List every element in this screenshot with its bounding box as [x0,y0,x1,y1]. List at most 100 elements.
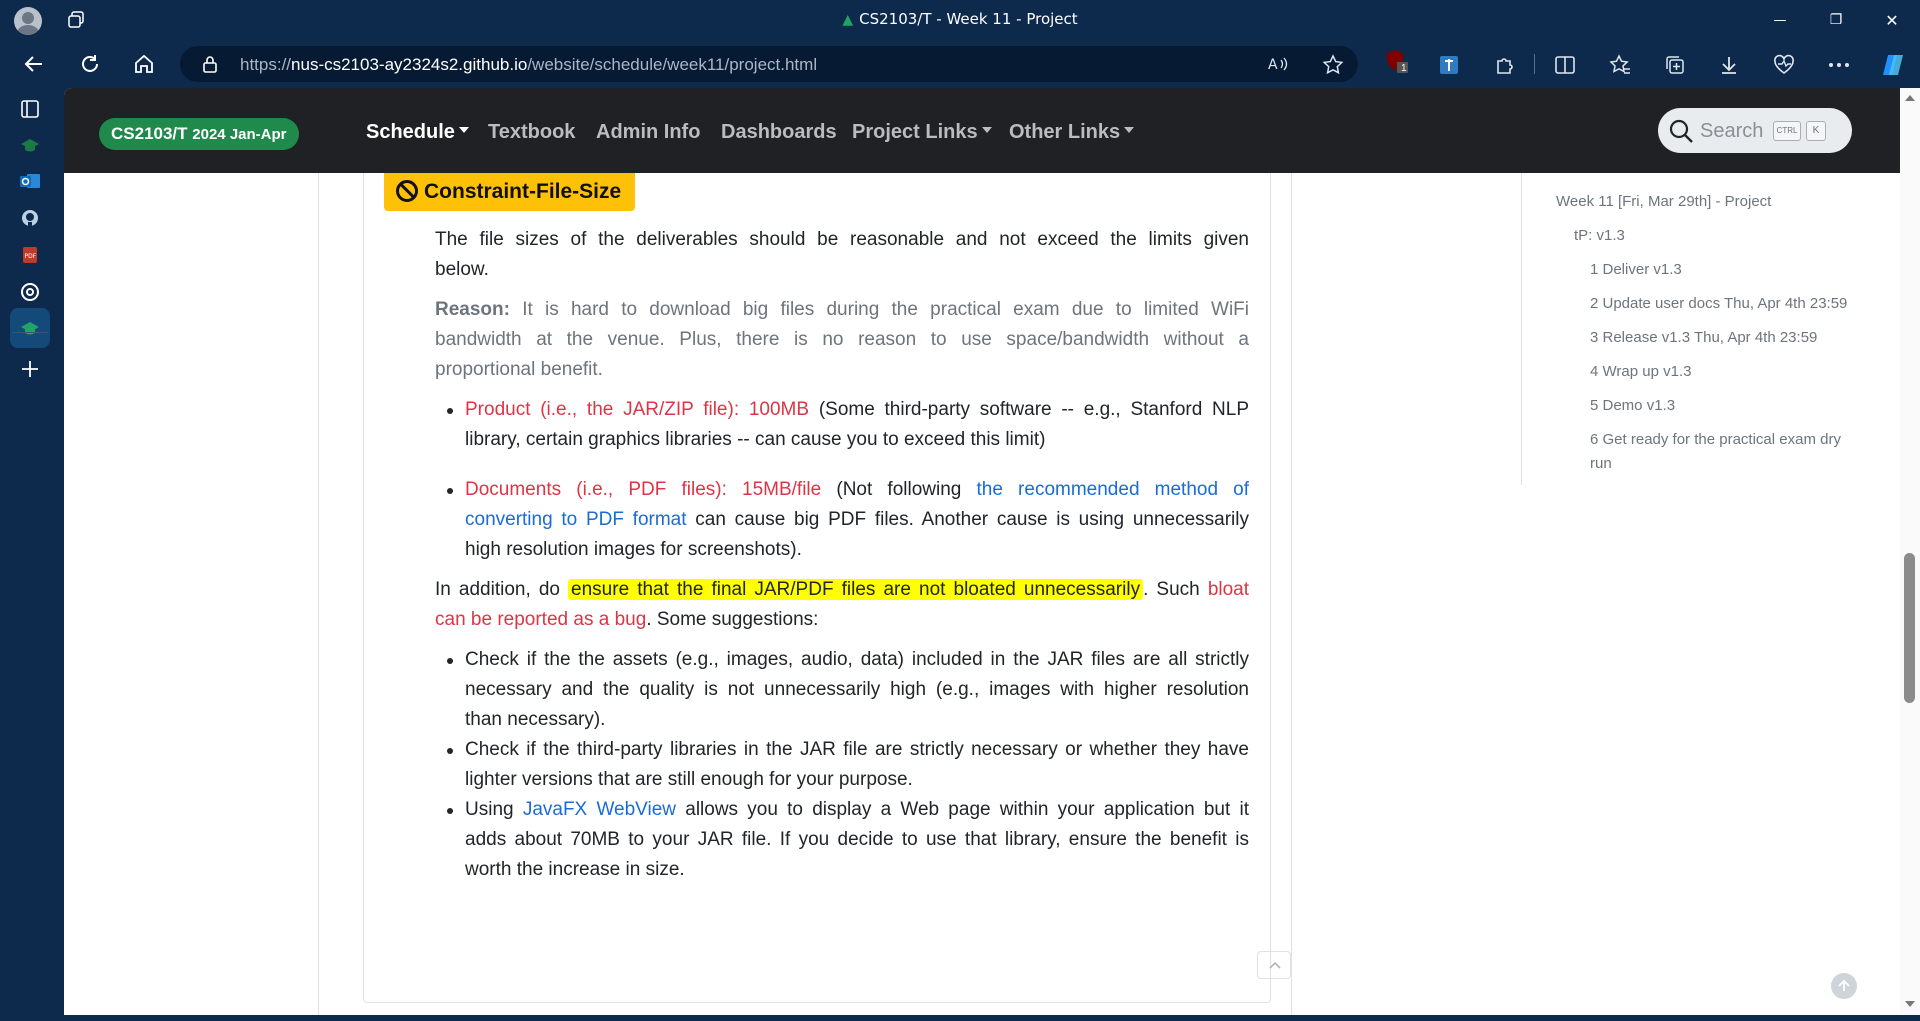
at-sign-icon [21,283,39,301]
sidebar-cs2103-active-tab[interactable] [10,308,50,348]
read-aloud-icon[interactable]: A [1268,54,1290,74]
add-icon [22,361,38,377]
collapse-panel-button[interactable] [1257,951,1291,979]
bloat-bug-text-cont: can be reported as a bug [435,609,647,630]
url-path: /website/schedule/week11/project.html [527,55,818,74]
arrow-up-icon [1838,979,1850,991]
back-to-top-button[interactable] [1831,973,1857,999]
addition-end: . Some suggestions: [646,609,819,630]
nav-label: Schedule [366,121,455,143]
favorites-button[interactable] [1607,52,1633,78]
webview-text: allows you to display a Web page within … [685,799,1249,820]
restore-button[interactable]: ❐ [1808,0,1864,40]
toc-tp-link[interactable]: tP: v1.3 [1574,227,1625,244]
sidebar-outlook-tab[interactable] [10,161,50,201]
close-window-button[interactable]: ✕ [1864,0,1920,40]
ublock-extension-icon[interactable]: 1 [1384,48,1410,74]
split-screen-icon [1555,56,1575,74]
refresh-button[interactable] [74,48,106,80]
javafx-webview-link[interactable]: JavaFX WebView [523,799,676,820]
download-icon [1722,57,1736,74]
pdf-method-link[interactable]: the recommended method of [977,479,1250,500]
limit-documents-line3: high resolution images for screenshots). [465,539,802,560]
window-title: ▲ CS2103/T - Week 11 - Project [0,10,1920,28]
nav-label: Admin Info [596,121,701,143]
reason-line: proportional benefit. [435,359,603,380]
sidebar-mail-tab[interactable] [10,272,50,312]
search-icon [1669,119,1693,143]
toc-item[interactable]: 6 Get ready for the practical exam dry [1590,431,1841,448]
svg-text:A: A [1268,57,1278,73]
addition-post: . Such [1143,579,1200,600]
sidebar-divider [12,332,48,333]
course-brand-link[interactable]: CS2103/T 2024 Jan-Apr [99,118,299,150]
toc-item[interactable]: 4 Wrap up v1.3 [1590,363,1691,380]
reason-line: Reason: It is hard to download big files… [435,295,1249,325]
settings-more-button[interactable] [1826,52,1852,78]
toc-item[interactable]: 2 Update user docs Thu, Apr 4th 23:59 [1590,295,1847,312]
downloads-button[interactable] [1716,52,1742,78]
home-button[interactable] [128,48,160,80]
site-navbar: CS2103/T 2024 Jan-Apr Schedule Textbook … [64,88,1900,173]
intro-line: below. [435,259,489,280]
nav-project-links[interactable]: Project Links [852,121,992,144]
toolbar-divider [1534,54,1535,74]
bullet [447,658,453,664]
kbd-ctrl: CTRL [1773,121,1801,141]
pdf-method-link-cont[interactable]: converting to PDF format [465,509,687,530]
split-screen-button[interactable] [1552,52,1578,78]
lock-icon[interactable] [202,55,218,73]
collections-icon [1666,56,1684,74]
nav-textbook[interactable]: Textbook [488,121,575,144]
scroll-down-arrow-icon[interactable] [1904,1000,1916,1008]
search-label: Search [1700,120,1764,142]
copilot-button[interactable] [1880,52,1906,78]
limit-documents-note2: can cause big PDF files. Another cause i… [695,509,1249,530]
sidebar-github-tab[interactable] [10,198,50,238]
minimize-button[interactable]: — [1752,0,1808,40]
reason-line: bandwidth at the venue. Plus, there is n… [435,329,1249,350]
toc-week-link[interactable]: Week 11 [Fri, Mar 29th] - Project [1556,193,1771,210]
scroll-up-arrow-icon[interactable] [1904,94,1916,102]
back-button[interactable] [18,48,50,80]
sidebar-pdf-tab[interactable]: PDF [10,235,50,275]
suggestion-webview-line3: worth the increase in size. [465,859,685,880]
url-host: nus-cs2103-ay2324s2.github.io [291,55,528,74]
toc-item[interactable]: 1 Deliver v1.3 [1590,261,1682,278]
suggestion-webview: Using JavaFX WebView allows you to displ… [465,795,1249,825]
bitwarden-extension-icon[interactable] [1436,52,1462,78]
collections-button[interactable] [1662,52,1688,78]
sidebar-cs2103-tab[interactable] [10,125,50,165]
constraint-panel: Constraint-File-Size The file sizes of t… [363,173,1291,1003]
sidebar-add-button[interactable] [10,349,50,389]
toc-item-cont[interactable]: run [1590,455,1612,472]
outlook-icon [20,174,40,188]
nav-admin-info[interactable]: Admin Info [596,121,700,144]
bloat-highlight: ensure that the final JAR/PDF files are … [568,579,1144,600]
constraint-title: Constraint-File-Size [424,180,622,203]
constraint-badge: Constraint-File-Size [384,173,636,211]
toc-item[interactable]: 3 Release v1.3 Thu, Apr 4th 23:59 [1590,329,1817,346]
nav-other-links[interactable]: Other Links [1009,121,1135,144]
extensions-button[interactable] [1492,52,1518,78]
favorite-star-icon[interactable] [1322,54,1344,76]
nav-schedule[interactable]: Schedule [366,121,469,144]
scrollbar-thumb[interactable] [1904,553,1915,703]
limit-product-line2: library, certain graphics libraries -- c… [465,429,1046,450]
puzzle-icon [1497,58,1513,74]
browser-essentials-button[interactable] [1771,52,1797,78]
sidebar-tabs-button[interactable] [10,89,50,129]
more-dots-icon [1829,63,1849,67]
bullet [447,408,453,414]
url-text[interactable]: https://nus-cs2103-ay2324s2.github.io/we… [240,55,817,75]
limit-product-label: Product (i.e., the JAR/ZIP file): 100MB [465,399,810,420]
site-search[interactable]: Search CTRL K [1658,108,1852,153]
github-icon [22,210,38,226]
address-bar[interactable]: https://nus-cs2103-ay2324s2.github.io/we… [180,46,1358,82]
nav-dashboards[interactable]: Dashboards [721,121,837,144]
minimize-icon: — [1773,12,1787,28]
toc-item[interactable]: 5 Demo v1.3 [1590,397,1675,414]
page-scrollbar[interactable] [1900,88,1920,1015]
page-toc: Week 11 [Fri, Mar 29th] - Project tP: v1… [1521,173,1861,485]
addition-pre: In addition, do [435,579,560,600]
